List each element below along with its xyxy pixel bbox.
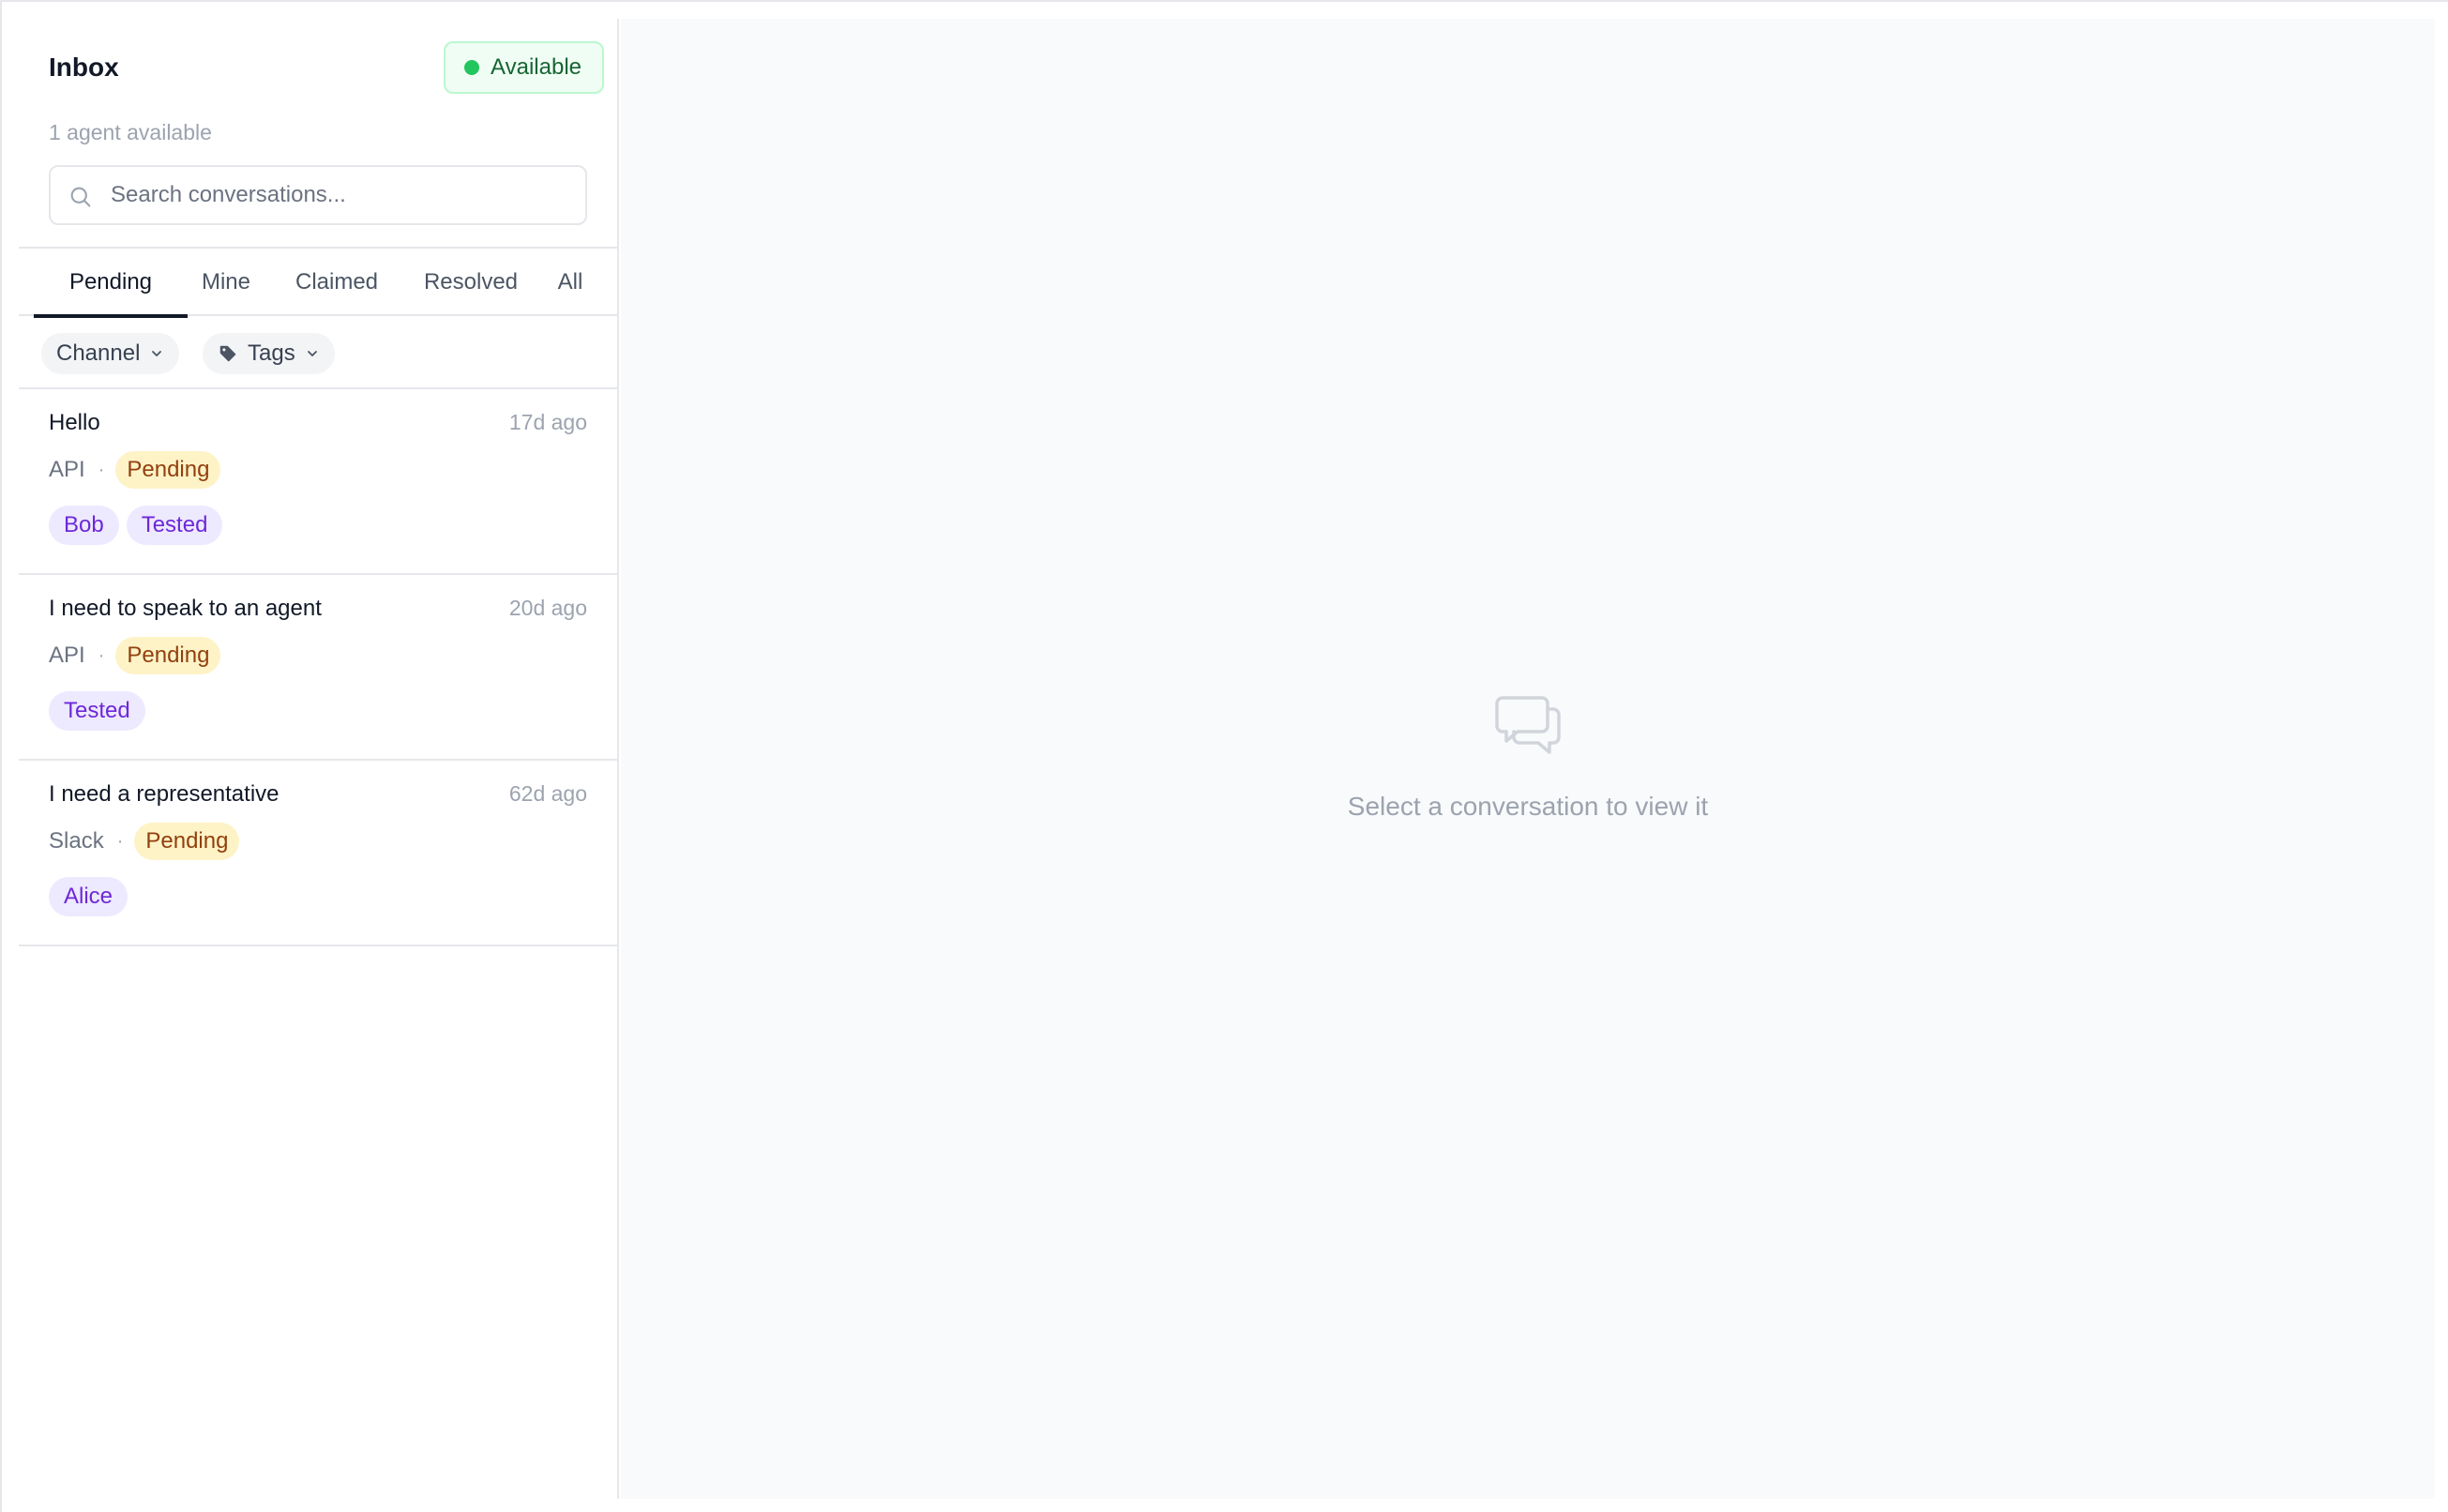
channel-filter-label: Channel — [56, 340, 141, 366]
conversation-tags: Tested — [49, 691, 145, 731]
availability-toggle[interactable]: Available — [444, 41, 604, 94]
agents-available-text: 1 agent available — [49, 120, 212, 144]
tab-claimed[interactable]: Claimed — [276, 249, 398, 316]
tag-pill: Tested — [126, 506, 223, 545]
conversation-title: I need to speak to an agent — [49, 596, 322, 621]
status-dot-icon — [464, 60, 480, 75]
channel-label: Slack — [49, 828, 104, 854]
status-badge: Pending — [115, 451, 221, 489]
conversation-item[interactable]: I need to speak to an agent 20d ago API … — [19, 575, 617, 761]
chevron-down-icon — [307, 351, 317, 356]
channel-filter[interactable]: Channel — [41, 333, 180, 374]
conversation-time: 20d ago — [508, 596, 587, 620]
chat-bubbles-icon — [1495, 696, 1561, 754]
conversation-item[interactable]: I need a representative 62d ago Slack · … — [19, 761, 617, 946]
tag-icon — [219, 345, 236, 362]
inbox-header: Inbox Available — [49, 41, 604, 94]
status-badge: Pending — [115, 637, 221, 674]
tag-pill: Alice — [49, 877, 128, 916]
conversation-title: I need a representative — [49, 781, 280, 807]
inbox-sidebar: Inbox Available 1 agent available Pendin… — [19, 19, 619, 1499]
conversation-meta: Slack · Pending — [49, 823, 240, 860]
conversation-view: Select a conversation to view it — [621, 19, 2435, 1499]
search-box[interactable] — [49, 165, 587, 225]
conversation-time: 17d ago — [508, 410, 587, 434]
status-badge: Pending — [134, 823, 240, 860]
channel-label: API — [49, 643, 85, 668]
chevron-down-icon — [152, 351, 162, 356]
tab-all[interactable]: All — [542, 249, 598, 316]
availability-label: Available — [491, 54, 582, 80]
page-title: Inbox — [49, 53, 119, 82]
search-icon — [70, 187, 91, 207]
empty-state-message: Select a conversation to view it — [1347, 792, 1709, 821]
conversation-item[interactable]: Hello 17d ago API · Pending Bob Tested — [19, 389, 617, 575]
tag-pill: Bob — [49, 506, 119, 545]
app-window: Inbox Available 1 agent available Pendin… — [0, 0, 2448, 1512]
conversation-meta: API · Pending — [49, 637, 221, 674]
empty-state: Select a conversation to view it — [621, 19, 2435, 1499]
tags-filter[interactable]: Tags — [203, 333, 335, 374]
tab-resolved[interactable]: Resolved — [409, 249, 533, 316]
tags-filter-label: Tags — [248, 340, 295, 366]
meta-separator: · — [98, 459, 105, 480]
search-input[interactable] — [111, 167, 580, 223]
tag-pill: Tested — [49, 691, 145, 731]
status-tabs: Pending Mine Claimed Resolved All — [19, 247, 617, 318]
conversation-tags: Bob Tested — [49, 506, 223, 545]
tab-mine[interactable]: Mine — [188, 249, 264, 316]
conversation-meta: API · Pending — [49, 451, 221, 489]
conversation-tags: Alice — [49, 877, 128, 916]
tab-pending[interactable]: Pending — [34, 249, 188, 318]
conversation-title: Hello — [49, 410, 100, 435]
conversation-time: 62d ago — [508, 781, 587, 806]
meta-separator: · — [116, 830, 124, 852]
meta-separator: · — [98, 644, 105, 666]
channel-label: API — [49, 457, 85, 482]
